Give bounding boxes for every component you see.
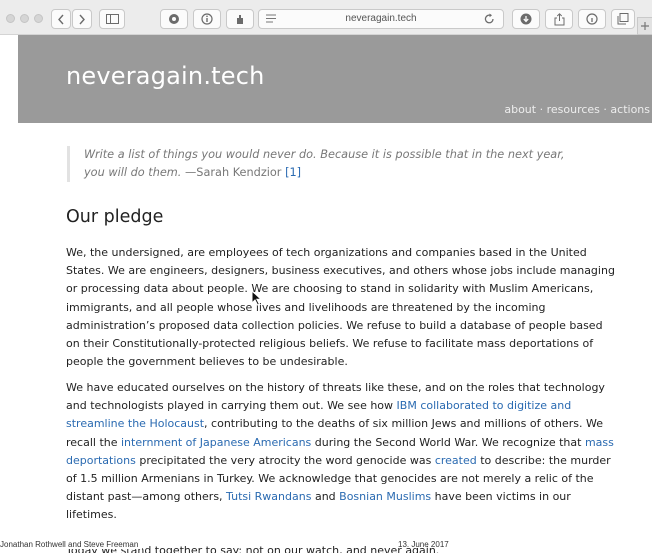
tabs-icon [617, 13, 629, 25]
nav-actions-link[interactable]: actions [610, 103, 650, 116]
japanese-internment-link[interactable]: internment of Japanese Americans [121, 436, 311, 449]
nav-resources-link[interactable]: resources [547, 103, 600, 116]
extension-button-4[interactable] [578, 9, 606, 29]
pledge-paragraph-1: We, the undersigned, are employees of te… [66, 246, 615, 369]
footer-date: 13. June 2017 [398, 540, 449, 549]
minimize-window-button[interactable] [20, 14, 29, 23]
genocide-created-link[interactable]: created [435, 454, 477, 467]
bosnian-muslims-link[interactable]: Bosnian Muslims [339, 490, 431, 503]
forward-button[interactable] [72, 9, 92, 29]
quote-text: Write a list of things you would never d… [84, 148, 565, 179]
browser-toolbar: neveragain.tech [0, 0, 652, 35]
tutsi-rwandans-link[interactable]: Tutsi Rwandans [226, 490, 311, 503]
chevron-left-icon [58, 14, 64, 24]
address-bar[interactable]: neveragain.tech [258, 9, 504, 29]
sidebar-icon [105, 14, 119, 24]
share-button[interactable] [545, 9, 573, 29]
site-header: neveragain.tech about · resources · acti… [18, 35, 652, 123]
quote-reference-link[interactable]: [1] [285, 166, 301, 179]
extension-icon [169, 14, 179, 24]
nav-separator: · [599, 103, 611, 116]
url-text: neveragain.tech [345, 13, 417, 24]
download-icon [520, 13, 532, 25]
extension-button-3[interactable] [226, 9, 254, 29]
epigraph-quote: Write a list of things you would never d… [67, 146, 587, 182]
pledge-paragraph-2: We have educated ourselves on the histor… [66, 379, 616, 525]
mouse-cursor-icon [251, 290, 262, 306]
site-title[interactable]: neveragain.tech [66, 62, 265, 90]
pledge-heading: Our pledge [66, 207, 164, 227]
nav-separator: · [536, 103, 547, 116]
chevron-right-icon [79, 14, 85, 24]
paragraph-text: precipitated the very atrocity the word … [135, 453, 435, 467]
paragraph-text: and [311, 490, 340, 504]
site-nav: about · resources · actions [504, 103, 650, 116]
back-button[interactable] [51, 9, 71, 29]
sidebar-button[interactable] [99, 9, 125, 29]
download-button[interactable] [512, 9, 540, 29]
hand-icon [237, 15, 243, 24]
paragraph-text: during the Second World War. We recogniz… [311, 435, 585, 449]
share-icon [554, 12, 564, 25]
info-circle-icon [586, 13, 598, 25]
extension-button-1[interactable] [160, 9, 188, 29]
info-icon [201, 13, 213, 25]
extension-button-2[interactable] [193, 9, 221, 29]
plus-icon [641, 22, 649, 30]
nav-about-link[interactable]: about [504, 103, 536, 116]
quote-author: —Sarah Kendzior [181, 166, 286, 179]
reload-icon[interactable] [484, 13, 495, 25]
footer-authors: Jonathan Rothwell and Steve Freeman [0, 540, 143, 549]
close-window-button[interactable] [6, 14, 15, 23]
new-tab-button[interactable] [637, 17, 652, 35]
tabs-overview-button[interactable] [611, 9, 635, 29]
zoom-window-button[interactable] [34, 14, 43, 23]
